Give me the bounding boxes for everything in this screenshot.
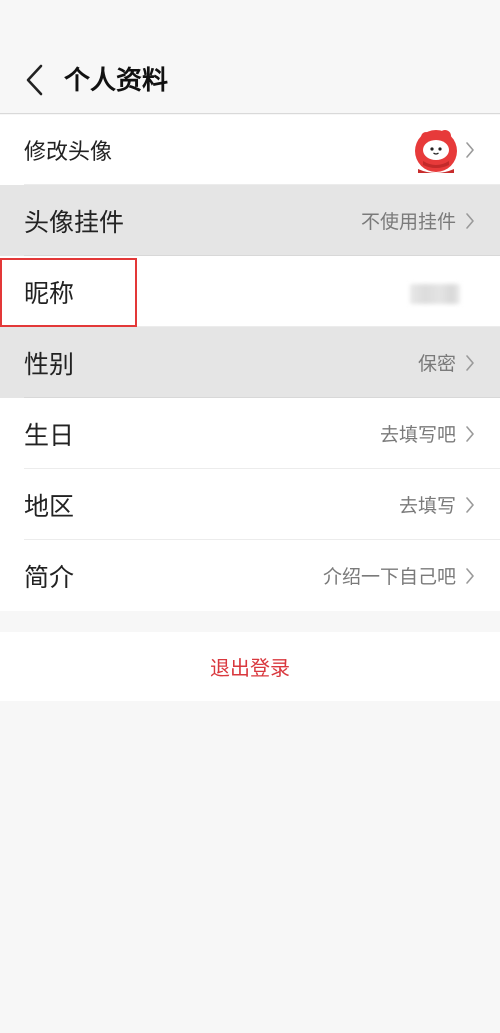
row-label: 修改头像	[24, 140, 113, 165]
chevron-right-icon	[466, 567, 474, 584]
row-label: 性别	[24, 349, 75, 379]
chevron-right-icon	[466, 425, 474, 442]
logout-button[interactable]: 退出登录	[0, 632, 500, 701]
row-value: 不使用挂件	[360, 211, 456, 233]
profile-list: 修改头像 头像挂件 不使用挂件 昵称 性别 保密 生日 去填写吧 地区 去填写 …	[0, 115, 500, 611]
chevron-right-icon	[466, 142, 474, 158]
chevron-left-icon[interactable]	[22, 62, 48, 98]
row-value: 去填写	[398, 495, 456, 517]
row-avatar-pendant[interactable]: 头像挂件 不使用挂件	[0, 185, 500, 256]
row-value: 去填写吧	[379, 424, 456, 446]
row-region[interactable]: 地区 去填写	[0, 469, 500, 540]
row-birthday[interactable]: 生日 去填写吧	[0, 398, 500, 469]
chevron-right-icon	[466, 496, 474, 513]
row-gender[interactable]: 性别 保密	[0, 327, 500, 398]
row-label: 地区	[24, 491, 75, 521]
chevron-right-icon	[466, 212, 474, 229]
row-bio[interactable]: 简介 介绍一下自己吧	[0, 540, 500, 611]
row-label: 昵称	[24, 278, 75, 308]
chevron-right-icon	[466, 354, 474, 371]
row-label: 生日	[24, 420, 75, 450]
row-nickname[interactable]: 昵称	[0, 256, 500, 327]
page-title: 个人资料	[64, 66, 169, 96]
avatar-mascot-icon	[415, 130, 457, 173]
blurred-nickname-value	[410, 284, 460, 304]
row-label: 简介	[24, 562, 75, 592]
row-label: 头像挂件	[24, 207, 125, 237]
row-change-avatar[interactable]: 修改头像	[0, 115, 500, 185]
header-bar: 个人资料	[0, 0, 500, 114]
row-value: 保密	[417, 353, 456, 375]
row-value: 介绍一下自己吧	[322, 566, 456, 588]
